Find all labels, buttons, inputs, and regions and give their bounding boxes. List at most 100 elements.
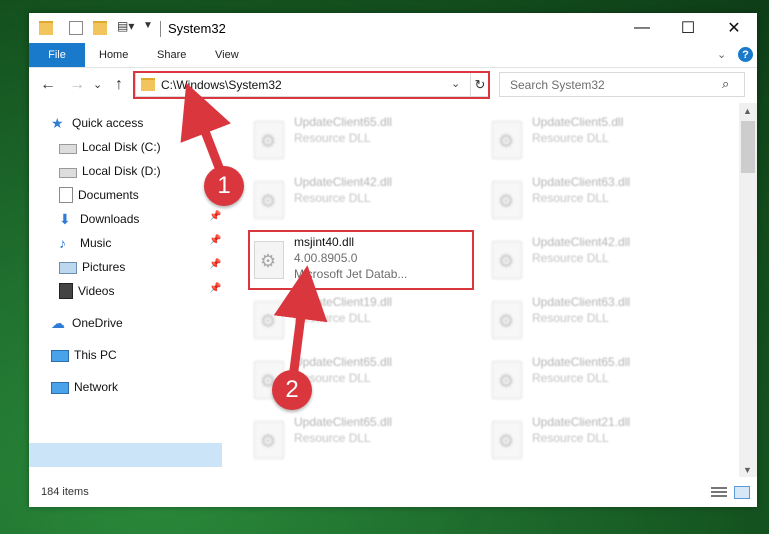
scroll-up-icon[interactable]: ▲ [743, 106, 752, 116]
tab-share[interactable]: Share [157, 43, 186, 67]
file-name: UpdateClient65.dll [294, 355, 393, 369]
dll-file-icon [254, 121, 284, 159]
tab-home[interactable]: Home [99, 43, 128, 67]
search-icon[interactable]: ⌕ [722, 76, 729, 92]
file-type: Resource DLL [532, 191, 609, 205]
forward-button[interactable]: → [69, 76, 85, 94]
recent-locations-button[interactable]: ⌄ [93, 78, 102, 91]
dll-file-icon [254, 301, 284, 339]
file-type: Resource DLL [532, 311, 609, 325]
star-icon: ★ [51, 115, 64, 131]
pin-icon[interactable]: 📌 [209, 211, 221, 222]
sidebar-item-network[interactable]: Network [51, 377, 118, 397]
file-highlight-box [248, 230, 474, 290]
sidebar-item-label: Documents [78, 188, 139, 202]
sidebar-item-pictures[interactable]: Pictures [59, 257, 125, 277]
selected-highlight [29, 443, 222, 467]
vertical-scrollbar[interactable]: ▲ ▼ [739, 103, 757, 477]
file-item[interactable]: UpdateClient63.dll Resource DLL [486, 291, 706, 349]
properties-icon[interactable] [69, 21, 83, 35]
maximize-button[interactable]: ☐ [665, 13, 711, 43]
file-type: Resource DLL [532, 131, 609, 145]
tab-file[interactable]: File [29, 43, 85, 67]
file-type: Resource DLL [532, 251, 609, 265]
tab-view[interactable]: View [215, 43, 239, 67]
address-row: ← → ⌄ ↑ C:\Windows\System32 ⌄ ↻ Search S… [29, 68, 757, 102]
large-icons-view-icon[interactable] [734, 486, 750, 499]
close-button[interactable]: ✕ [711, 13, 757, 43]
file-item[interactable]: UpdateClient65.dll Resource DLL [486, 351, 706, 409]
file-name: UpdateClient42.dll [294, 175, 393, 189]
file-list: UpdateClient65.dll Resource DLL UpdateCl… [226, 103, 739, 477]
file-item[interactable]: UpdateClient63.dll Resource DLL [486, 171, 706, 229]
title-divider [160, 21, 161, 37]
dll-file-icon [492, 301, 522, 339]
window-title: System32 [168, 21, 226, 36]
sidebar-item-label: Downloads [80, 212, 140, 226]
file-item[interactable]: UpdateClient19.dll Resource DLL [248, 291, 468, 349]
pin-icon[interactable]: 📌 [209, 235, 221, 246]
up-button[interactable]: ↑ [115, 76, 123, 94]
item-count: 184 items [41, 486, 89, 498]
dll-file-icon [492, 361, 522, 399]
sidebar-item-label: Pictures [82, 260, 126, 274]
sidebar-item-onedrive[interactable]: ☁ OneDrive [51, 313, 123, 333]
sidebar-item-this-pc[interactable]: This PC [51, 345, 117, 365]
scroll-down-icon[interactable]: ▼ [743, 465, 752, 475]
chevron-down-icon[interactable]: ⌄ [717, 48, 726, 61]
minimize-button[interactable]: — [619, 13, 665, 43]
file-name: UpdateClient42.dll [532, 235, 631, 249]
documents-icon [59, 187, 73, 203]
pictures-icon [59, 262, 77, 274]
status-bar: 184 items [29, 481, 757, 505]
customize-toolbar-icon[interactable]: ▤▾ [117, 19, 134, 33]
dll-file-icon [492, 421, 522, 459]
sidebar-item-quick-access[interactable]: ★ Quick access [51, 113, 143, 133]
file-item[interactable]: UpdateClient5.dll Resource DLL [486, 111, 706, 169]
file-type: Resource DLL [294, 131, 371, 145]
pin-icon[interactable]: 📌 [209, 283, 221, 294]
sidebar-item-local-disk-c[interactable]: Local Disk (C:) [59, 137, 161, 157]
folder-icon [39, 21, 53, 35]
file-item[interactable]: UpdateClient21.dll Resource DLL [486, 411, 706, 469]
file-item[interactable]: UpdateClient65.dll Resource DLL [248, 411, 468, 469]
step-2-callout: 2 [272, 370, 312, 410]
scroll-thumb[interactable] [741, 121, 755, 173]
sidebar-item-label: Music [80, 236, 112, 250]
drive-icon [59, 144, 77, 154]
sidebar-item-label: Videos [78, 284, 115, 298]
file-type: Resource DLL [532, 371, 609, 385]
sidebar-item-documents[interactable]: Documents [59, 185, 139, 205]
help-icon[interactable]: ? [738, 47, 753, 62]
details-view-icon[interactable] [711, 487, 727, 499]
dll-file-icon [492, 241, 522, 279]
file-name: UpdateClient65.dll [532, 355, 631, 369]
network-icon [51, 381, 69, 394]
quick-access-dropdown-icon[interactable]: ▼ [143, 20, 153, 31]
file-name: UpdateClient5.dll [532, 115, 624, 129]
cloud-icon: ☁ [51, 315, 65, 331]
title-bar: ▤▾ ▼ System32 — ☐ ✕ [29, 13, 757, 43]
file-name: UpdateClient21.dll [532, 415, 631, 429]
step-1-callout: 1 [204, 166, 244, 206]
sidebar-item-local-disk-d[interactable]: Local Disk (D:) [59, 161, 161, 181]
pin-icon[interactable]: 📌 [209, 259, 221, 270]
sidebar-item-music[interactable]: ♪ Music [59, 233, 111, 253]
file-type: Resource DLL [294, 311, 371, 325]
navigation-pane: ★ Quick access Local Disk (C:) Local Dis… [29, 103, 222, 477]
dll-file-icon [254, 421, 284, 459]
dll-file-icon [254, 181, 284, 219]
search-input[interactable]: Search System32 ⌕ [499, 72, 745, 97]
file-item[interactable]: UpdateClient65.dll Resource DLL [248, 111, 468, 169]
close-icon: ✕ [727, 20, 741, 37]
search-placeholder: Search System32 [510, 78, 605, 92]
back-button[interactable]: ← [40, 76, 56, 94]
file-item[interactable]: UpdateClient42.dll Resource DLL [248, 171, 468, 229]
file-item[interactable]: UpdateClient42.dll Resource DLL [486, 231, 706, 289]
file-name: UpdateClient63.dll [532, 295, 631, 309]
sidebar-item-label: Network [74, 380, 119, 394]
sidebar-item-videos[interactable]: Videos [59, 281, 114, 301]
new-folder-icon[interactable] [93, 21, 107, 35]
sidebar-item-downloads[interactable]: ⬇ Downloads [59, 209, 139, 229]
ribbon-tabs: File Home Share View ⌄ ? [29, 43, 757, 68]
